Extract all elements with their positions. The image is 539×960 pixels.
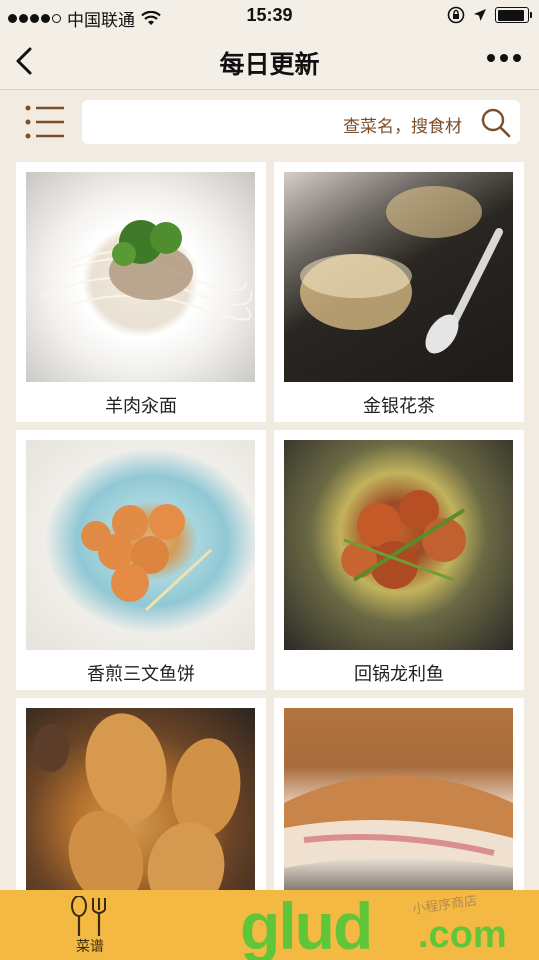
recipe-photo	[26, 440, 255, 650]
tab-label: 菜谱	[76, 938, 104, 954]
status-left: 中国联通	[8, 6, 161, 31]
recipe-photo	[284, 172, 513, 382]
recipe-name: 香煎三文鱼饼	[87, 664, 195, 684]
search-input[interactable]: 查菜名，搜食材	[82, 100, 520, 144]
location-arrow-icon	[474, 9, 486, 21]
rotation-lock-icon	[447, 6, 465, 24]
status-bar: 中国联通 15:39	[0, 0, 539, 32]
recipe-photo	[284, 708, 513, 918]
carrier-label: 中国联通	[67, 11, 135, 30]
recipe-photo	[284, 440, 513, 650]
tab-recipes[interactable]: 菜谱	[60, 894, 120, 956]
status-right	[447, 6, 532, 24]
wifi-icon	[141, 10, 161, 25]
fork-spoon-icon	[71, 896, 106, 936]
battery-icon	[495, 7, 532, 23]
recipe-card[interactable]: 金银花茶	[274, 162, 524, 422]
page-title: 每日更新	[219, 51, 320, 79]
recipe-name: 回锅龙利鱼	[354, 664, 444, 684]
recipe-name: 羊肉汆面	[105, 396, 177, 416]
search-icon[interactable]	[480, 107, 512, 139]
tab-bar: 菜谱	[0, 890, 539, 960]
category-menu-icon[interactable]	[24, 104, 66, 140]
recipe-photo	[26, 172, 255, 382]
search-placeholder: 查菜名，搜食材	[343, 117, 462, 136]
recipe-card[interactable]: 香煎三文鱼饼	[16, 430, 266, 690]
back-arrow-icon[interactable]	[10, 44, 42, 78]
recipe-name: 金银花茶	[363, 396, 435, 416]
more-options-icon[interactable]	[487, 54, 521, 62]
nav-bar: 每日更新	[0, 32, 539, 90]
battery-level	[497, 9, 524, 21]
recipe-photo	[26, 708, 255, 918]
recipe-card[interactable]: 羊肉汆面	[16, 162, 266, 422]
signal-strength-icon	[8, 14, 61, 23]
recipe-card[interactable]: 回锅龙利鱼	[274, 430, 524, 690]
